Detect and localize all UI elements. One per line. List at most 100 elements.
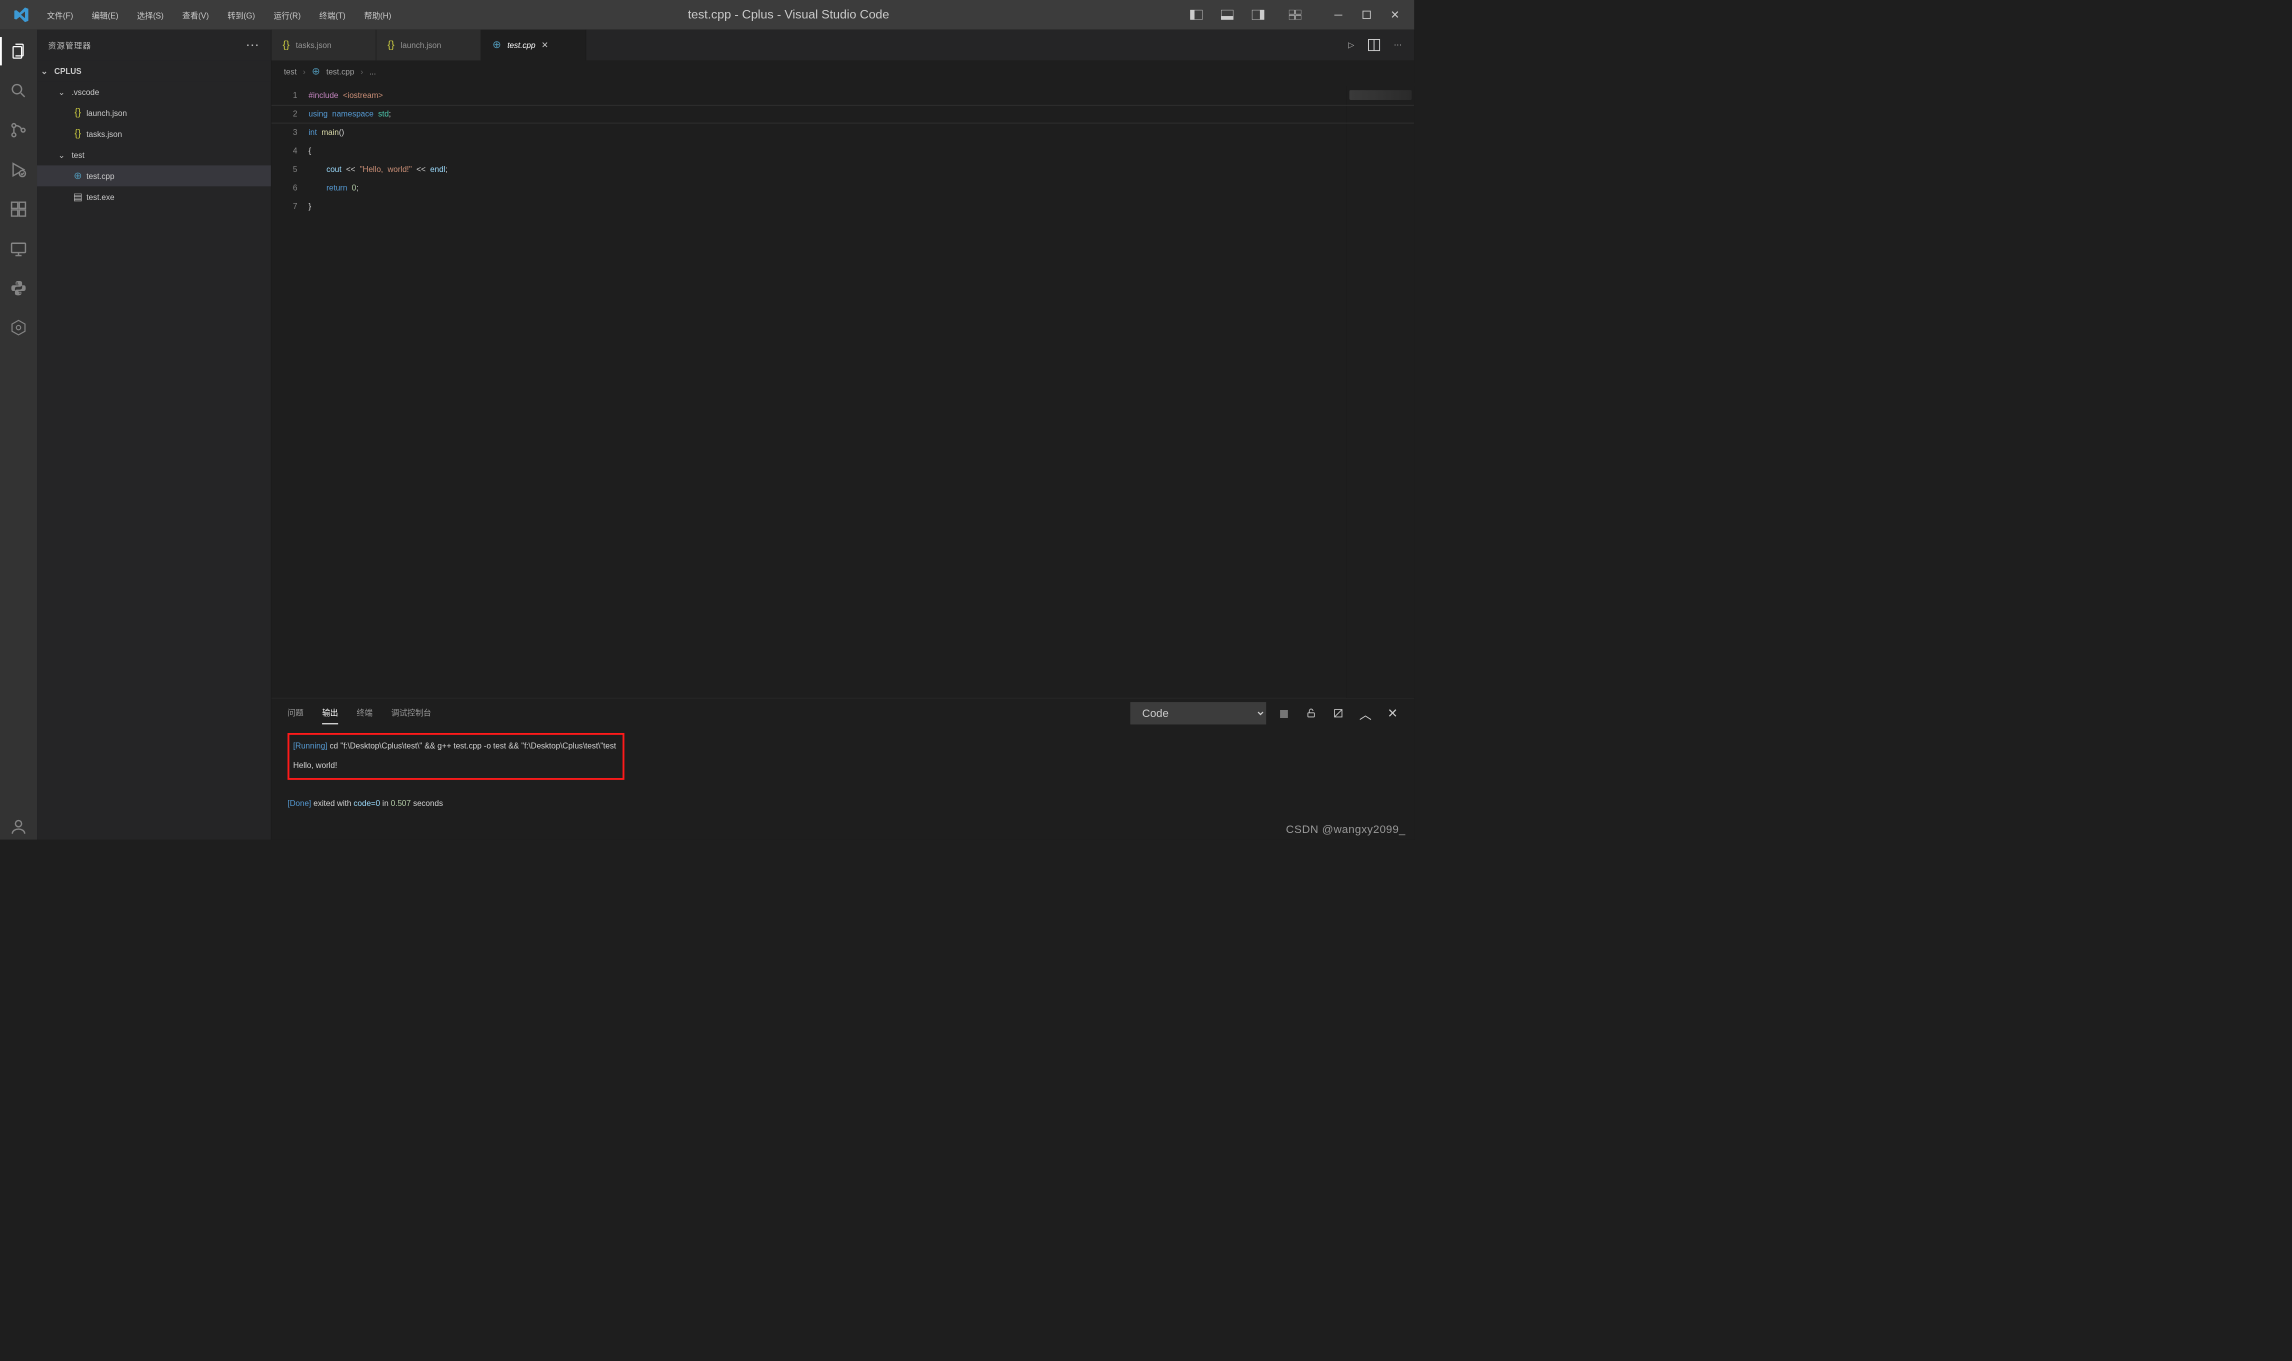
sidebar-title: 资源管理器 bbox=[48, 39, 91, 51]
chevron-down-icon: ⌄ bbox=[58, 87, 72, 97]
explorer-sidebar: 资源管理器 ⋯ ⌄ CPLUS ⌄ .vscode {} launch.json… bbox=[37, 30, 271, 840]
file-label: launch.json bbox=[86, 108, 127, 117]
output-highlight-box: [Running] cd "f:\Desktop\Cplus\test\" &&… bbox=[288, 733, 625, 780]
file-label: test.exe bbox=[86, 192, 114, 201]
output-text: exited with bbox=[311, 798, 353, 807]
source-control-icon[interactable] bbox=[6, 117, 32, 143]
sidebar-more-icon[interactable]: ⋯ bbox=[246, 37, 260, 53]
close-icon[interactable]: × bbox=[542, 39, 554, 52]
chevron-right-icon: › bbox=[303, 67, 306, 76]
tab-launch-json[interactable]: {} launch.json bbox=[376, 30, 481, 61]
window-title: test.cpp - Cplus - Visual Studio Code bbox=[395, 8, 1182, 22]
layout-bottom-icon[interactable] bbox=[1213, 6, 1241, 25]
extensions-icon[interactable] bbox=[6, 196, 32, 222]
python-icon[interactable] bbox=[6, 275, 32, 301]
more-icon[interactable]: ⋯ bbox=[1394, 40, 1402, 50]
folder-label: test bbox=[72, 150, 85, 159]
tab-tasks-json[interactable]: {} tasks.json bbox=[271, 30, 376, 61]
minimize-button[interactable]: ─ bbox=[1324, 6, 1352, 25]
tab-test-cpp[interactable]: ⊕ test.cpp × bbox=[481, 30, 586, 61]
minimap[interactable] bbox=[1346, 86, 1414, 697]
output-channel-select[interactable]: Code bbox=[1130, 702, 1266, 724]
run-icon[interactable]: ▷ bbox=[1348, 40, 1354, 50]
menu-run[interactable]: 运行(R) bbox=[270, 6, 305, 23]
vscode-logo-icon bbox=[12, 6, 29, 23]
output-text: in bbox=[380, 798, 391, 807]
breadcrumb-folder[interactable]: test bbox=[284, 67, 297, 76]
menu-goto[interactable]: 转到(G) bbox=[224, 6, 259, 23]
output-done-label: [Done] bbox=[288, 798, 312, 807]
json-icon: {} bbox=[283, 39, 290, 51]
folder-label: .vscode bbox=[72, 87, 100, 96]
output-body[interactable]: [Running] cd "f:\Desktop\Cplus\test\" &&… bbox=[271, 726, 1414, 840]
menu-terminal[interactable]: 终端(T) bbox=[316, 6, 350, 23]
account-icon[interactable] bbox=[6, 814, 32, 840]
layout-left-icon[interactable] bbox=[1182, 6, 1210, 25]
chevron-up-icon[interactable]: ︿ bbox=[1356, 704, 1375, 723]
json-icon: {} bbox=[69, 107, 86, 118]
layout-controls bbox=[1182, 6, 1309, 25]
sidebar-header: 资源管理器 ⋯ bbox=[37, 30, 271, 61]
menu-view[interactable]: 查看(V) bbox=[178, 6, 212, 23]
kubernetes-icon[interactable] bbox=[6, 315, 32, 341]
search-icon[interactable] bbox=[6, 78, 32, 104]
editor-area: {} tasks.json {} launch.json ⊕ test.cpp … bbox=[271, 30, 1414, 840]
maximize-button[interactable] bbox=[1352, 6, 1380, 25]
file-test-cpp[interactable]: ⊕ test.cpp bbox=[37, 165, 271, 186]
chevron-right-icon: › bbox=[360, 67, 363, 76]
project-name: CPLUS bbox=[54, 66, 81, 75]
file-tasks-json[interactable]: {} tasks.json bbox=[37, 123, 271, 144]
breadcrumb-symbol[interactable]: ... bbox=[369, 67, 376, 76]
close-panel-icon[interactable]: ✕ bbox=[1383, 704, 1402, 723]
bottom-panel: 问题 输出 终端 调试控制台 Code ≣ ︿ ✕ bbox=[271, 698, 1414, 840]
panel-tabs: 问题 输出 终端 调试控制台 Code ≣ ︿ ✕ bbox=[271, 698, 1414, 725]
layout-right-icon[interactable] bbox=[1244, 6, 1272, 25]
clear-icon[interactable] bbox=[1329, 704, 1348, 723]
watermark: CSDN @wangxy2099_ bbox=[1286, 823, 1406, 836]
folder-test[interactable]: ⌄ test bbox=[37, 144, 271, 165]
chevron-down-icon: ⌄ bbox=[58, 150, 72, 160]
menu-file[interactable]: 文件(F) bbox=[43, 6, 77, 23]
menu-selection[interactable]: 选择(S) bbox=[133, 6, 167, 23]
line-numbers: 1234567 bbox=[271, 86, 308, 697]
breadcrumb-file[interactable]: test.cpp bbox=[326, 67, 354, 76]
code-content[interactable]: #include <iostream>using namespace std;i… bbox=[309, 86, 1347, 697]
menu-edit[interactable]: 编辑(E) bbox=[88, 6, 122, 23]
output-running-cmd: cd "f:\Desktop\Cplus\test\" && g++ test.… bbox=[327, 741, 616, 750]
close-button[interactable]: ✕ bbox=[1381, 6, 1409, 25]
cpp-icon: ⊕ bbox=[312, 65, 320, 77]
file-tree: ⌄ .vscode {} launch.json {} tasks.json ⌄… bbox=[37, 81, 271, 207]
panel-tab-terminal[interactable]: 终端 bbox=[357, 706, 373, 718]
json-icon: {} bbox=[69, 128, 86, 139]
output-running-label: [Running] bbox=[293, 741, 327, 750]
filter-icon[interactable]: ≣ bbox=[1275, 704, 1294, 723]
layout-customize-icon[interactable] bbox=[1281, 6, 1309, 25]
menu-help[interactable]: 帮助(H) bbox=[360, 6, 395, 23]
panel-tab-problems[interactable]: 问题 bbox=[288, 706, 304, 718]
editor-actions: ▷ ⋯ bbox=[1348, 30, 1414, 61]
output-time: 0.507 bbox=[391, 798, 411, 807]
code-editor[interactable]: 1234567 #include <iostream>using namespa… bbox=[271, 83, 1414, 698]
output-hello: Hello, world! bbox=[293, 756, 616, 776]
panel-tab-debugconsole[interactable]: 调试控制台 bbox=[391, 706, 431, 718]
panel-tab-output[interactable]: 输出 bbox=[322, 706, 338, 718]
remote-icon[interactable] bbox=[6, 236, 32, 262]
output-text: seconds bbox=[411, 798, 443, 807]
cpp-icon: ⊕ bbox=[69, 170, 86, 182]
file-label: test.cpp bbox=[86, 171, 114, 180]
chevron-down-icon: ⌄ bbox=[41, 66, 55, 76]
project-root[interactable]: ⌄ CPLUS bbox=[37, 60, 271, 81]
tab-label: launch.json bbox=[401, 40, 442, 49]
tab-label: tasks.json bbox=[296, 40, 332, 49]
folder-vscode[interactable]: ⌄ .vscode bbox=[37, 81, 271, 102]
file-test-exe[interactable]: ▤ test.exe bbox=[37, 186, 271, 207]
run-debug-icon[interactable] bbox=[6, 157, 32, 183]
tab-label: test.cpp bbox=[507, 40, 535, 49]
cpp-icon: ⊕ bbox=[492, 39, 501, 51]
split-editor-icon[interactable] bbox=[1368, 39, 1380, 51]
breadcrumbs[interactable]: test › ⊕ test.cpp › ... bbox=[271, 60, 1414, 82]
explorer-icon[interactable] bbox=[6, 38, 32, 64]
lock-icon[interactable] bbox=[1302, 704, 1321, 723]
file-launch-json[interactable]: {} launch.json bbox=[37, 102, 271, 123]
editor-tabs: {} tasks.json {} launch.json ⊕ test.cpp … bbox=[271, 30, 1414, 61]
